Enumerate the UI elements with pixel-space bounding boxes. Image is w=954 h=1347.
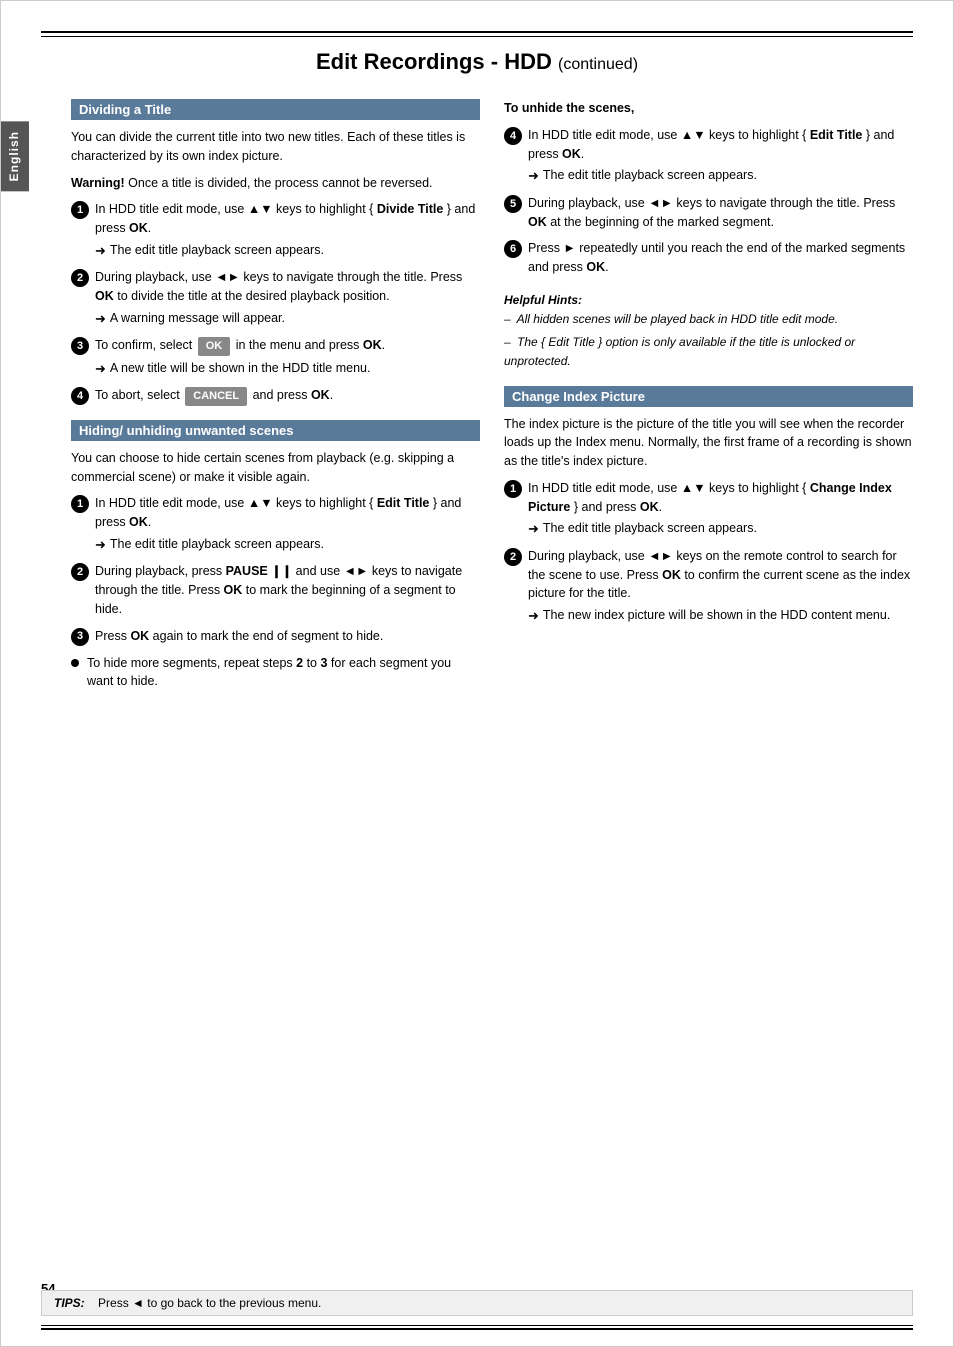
hide-step-1-arrow-text: The edit title playback screen appears.	[110, 535, 324, 554]
ci-step-1-arrow: ➜ The edit title playback screen appears…	[528, 519, 913, 539]
step-num-4: 4	[71, 387, 89, 405]
unhide-step-5: 5 During playback, use ◄► keys to naviga…	[504, 194, 913, 232]
divide-step-3-arrow-text: A new title will be shown in the HDD tit…	[110, 359, 371, 378]
divide-step-2-content: During playback, use ◄► keys to navigate…	[95, 268, 480, 328]
main-content: Dividing a Title You can divide the curr…	[71, 99, 913, 697]
ci-step-1-arrow-text: The edit title playback screen appears.	[543, 519, 757, 538]
change-index-step-1: 1 In HDD title edit mode, use ▲▼ keys to…	[504, 479, 913, 539]
hide-step-3-content: Press OK again to mark the end of segmen…	[95, 627, 480, 646]
step-num-1: 1	[71, 201, 89, 219]
ci-step-num-2: 2	[504, 548, 522, 566]
divide-step-1-content: In HDD title edit mode, use ▲▼ keys to h…	[95, 200, 480, 260]
top-border-inner	[41, 36, 913, 37]
hide-step-num-2: 2	[71, 563, 89, 581]
hide-step-3: 3 Press OK again to mark the end of segm…	[71, 627, 480, 646]
hide-step-1-arrow: ➜ The edit title playback screen appears…	[95, 535, 480, 555]
hide-step-2-content: During playback, press PAUSE ❙❙ and use …	[95, 562, 480, 618]
language-tab: English	[1, 121, 29, 191]
title-text: Edit Recordings - HDD	[316, 49, 552, 74]
divide-step-3-arrow: ➜ A new title will be shown in the HDD t…	[95, 359, 480, 379]
unhide-step-4-content: In HDD title edit mode, use ▲▼ keys to h…	[528, 126, 913, 186]
tips-label: TIPS:	[54, 1296, 85, 1310]
hide-step-num-3: 3	[71, 628, 89, 646]
dividing-title-header: Dividing a Title	[71, 99, 480, 120]
change-index-step-2: 2 During playback, use ◄► keys on the re…	[504, 547, 913, 626]
hide-bullet: To hide more segments, repeat steps 2 to…	[71, 654, 480, 692]
change-index-intro: The index picture is the picture of the …	[504, 415, 913, 471]
unhide-step-4-arrow-text: The edit title playback screen appears.	[543, 166, 757, 185]
unhide-step-6-content: Press ► repeatedly until you reach the e…	[528, 239, 913, 277]
hide-step-1: 1 In HDD title edit mode, use ▲▼ keys to…	[71, 494, 480, 554]
right-column: To unhide the scenes, 4 In HDD title edi…	[504, 99, 913, 697]
arrow-icon-ci1: ➜	[528, 519, 539, 539]
title-continued: (continued)	[558, 56, 638, 73]
divide-step-4-content: To abort, select CANCEL and press OK.	[95, 386, 480, 406]
unhide-step-4: 4 In HDD title edit mode, use ▲▼ keys to…	[504, 126, 913, 186]
divide-step-1-arrow: ➜ The edit title playback screen appears…	[95, 241, 480, 261]
change-index-section: Change Index Picture The index picture i…	[504, 386, 913, 626]
divide-step-4: 4 To abort, select CANCEL and press OK.	[71, 386, 480, 406]
hide-bullet-text: To hide more segments, repeat steps 2 to…	[87, 654, 480, 692]
dividing-title-section: Dividing a Title You can divide the curr…	[71, 99, 480, 406]
divide-step-1: 1 In HDD title edit mode, use ▲▼ keys to…	[71, 200, 480, 260]
divide-step-2-arrow-text: A warning message will appear.	[110, 309, 285, 328]
hide-step-1-content: In HDD title edit mode, use ▲▼ keys to h…	[95, 494, 480, 554]
page: English Edit Recordings - HDD (continued…	[0, 0, 954, 1347]
hiding-section: Hiding/ unhiding unwanted scenes You can…	[71, 420, 480, 691]
divide-step-3-content: To confirm, select OK in the menu and pr…	[95, 336, 480, 378]
bottom-border-inner	[41, 1325, 913, 1326]
divide-step-2: 2 During playback, use ◄► keys to naviga…	[71, 268, 480, 328]
unhide-step-num-4: 4	[504, 127, 522, 145]
unhide-step-4-arrow: ➜ The edit title playback screen appears…	[528, 166, 913, 186]
hint-2: – The { Edit Title } option is only avai…	[504, 333, 913, 371]
dividing-intro: You can divide the current title into tw…	[71, 128, 480, 166]
hint-1-text: All hidden scenes will be played back in…	[517, 312, 839, 326]
unhide-heading: To unhide the scenes,	[504, 99, 913, 118]
unhide-step-6: 6 Press ► repeatedly until you reach the…	[504, 239, 913, 277]
bottom-border-outer	[41, 1328, 913, 1330]
arrow-icon-2: ➜	[95, 309, 106, 329]
arrow-icon-u4: ➜	[528, 166, 539, 186]
hint-1: – All hidden scenes will be played back …	[504, 310, 913, 329]
hint-2-text: The { Edit Title } option is only availa…	[504, 335, 855, 368]
ci-step-1-content: In HDD title edit mode, use ▲▼ keys to h…	[528, 479, 913, 539]
unhide-step-num-5: 5	[504, 195, 522, 213]
unhide-step-num-6: 6	[504, 240, 522, 258]
divide-step-3: 3 To confirm, select OK in the menu and …	[71, 336, 480, 378]
ok-button-inline: OK	[198, 337, 231, 356]
step-num-3: 3	[71, 337, 89, 355]
arrow-icon-3: ➜	[95, 359, 106, 379]
warning-text: Warning! Once a title is divided, the pr…	[71, 174, 480, 193]
tips-text: Press ◄ to go back to the previous menu.	[98, 1296, 321, 1310]
divide-step-2-arrow: ➜ A warning message will appear.	[95, 309, 480, 329]
arrow-icon-h1: ➜	[95, 535, 106, 555]
hiding-section-header: Hiding/ unhiding unwanted scenes	[71, 420, 480, 441]
divide-step-1-arrow-text: The edit title playback screen appears.	[110, 241, 324, 260]
left-column: Dividing a Title You can divide the curr…	[71, 99, 480, 697]
ci-step-2-content: During playback, use ◄► keys on the remo…	[528, 547, 913, 626]
ci-step-num-1: 1	[504, 480, 522, 498]
unhide-step-5-content: During playback, use ◄► keys to navigate…	[528, 194, 913, 232]
top-border-outer	[41, 31, 913, 33]
arrow-icon-ci2: ➜	[528, 606, 539, 626]
tips-bar: TIPS: Press ◄ to go back to the previous…	[41, 1290, 913, 1316]
ci-step-2-arrow-text: The new index picture will be shown in t…	[543, 606, 890, 625]
hiding-intro: You can choose to hide certain scenes fr…	[71, 449, 480, 487]
bullet-icon	[71, 659, 79, 667]
hide-step-num-1: 1	[71, 495, 89, 513]
warning-label: Warning!	[71, 176, 125, 190]
page-title: Edit Recordings - HDD (continued)	[41, 49, 913, 83]
hide-step-2: 2 During playback, press PAUSE ❙❙ and us…	[71, 562, 480, 618]
helpful-hints: Helpful Hints: – All hidden scenes will …	[504, 291, 913, 372]
step-num-2: 2	[71, 269, 89, 287]
ci-step-2-arrow: ➜ The new index picture will be shown in…	[528, 606, 913, 626]
arrow-icon-1: ➜	[95, 241, 106, 261]
cancel-button-inline: CANCEL	[185, 387, 247, 406]
change-index-header: Change Index Picture	[504, 386, 913, 407]
hints-title: Helpful Hints:	[504, 291, 913, 310]
